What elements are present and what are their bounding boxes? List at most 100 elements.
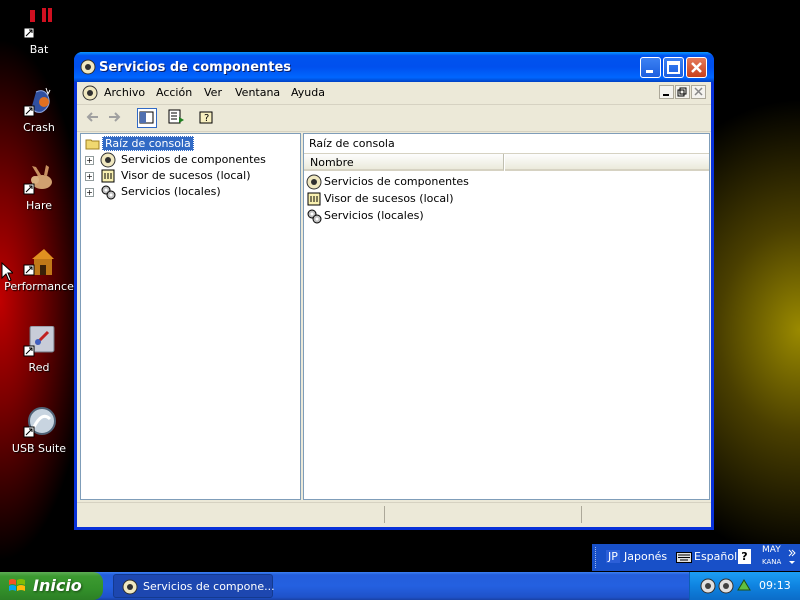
desktop-icon-label: Hare — [25, 199, 53, 212]
help-button[interactable]: ? — [198, 108, 218, 128]
red-icon — [22, 325, 56, 358]
desktop-icon-usb-suite[interactable]: USB Suite — [0, 407, 78, 455]
event-viewer-icon — [101, 169, 115, 183]
desktop-icon-label: Crash — [23, 121, 55, 134]
details-header-title: Raíz de consola — [309, 137, 395, 150]
maximize-button[interactable] — [663, 57, 684, 78]
forward-arrow-icon — [109, 112, 121, 122]
menu-bar: Archivo Acción Ver Ventana Ayuda — [77, 82, 711, 105]
clock[interactable]: 09:13 — [759, 579, 791, 592]
expand-icon[interactable]: + — [85, 188, 94, 197]
tree-item-label: Servicios (locales) — [121, 185, 221, 198]
status-separator — [384, 506, 385, 523]
windows-logo-icon — [9, 579, 25, 591]
console-tree-icon — [139, 111, 154, 124]
desktop-icon-red[interactable]: Red — [0, 325, 78, 374]
performance-icon — [22, 245, 56, 277]
taskbar-button-servicios[interactable]: Servicios de compone... — [113, 574, 275, 598]
expand-icon[interactable]: + — [85, 172, 94, 181]
status-bar — [77, 502, 711, 525]
tray-icon-1[interactable] — [700, 578, 716, 594]
kana-indicator: KANA — [762, 558, 782, 566]
keyboard-icon — [676, 552, 692, 563]
back-arrow-icon — [86, 112, 98, 122]
crash-icon — [22, 86, 56, 118]
tree-item-label: Servicios de componentes — [121, 153, 266, 166]
child-restore-button[interactable] — [675, 85, 690, 99]
child-minimize-button[interactable] — [659, 85, 674, 99]
maximize-icon — [667, 61, 680, 74]
menu-archivo[interactable]: Archivo — [104, 86, 145, 99]
component-services-icon[interactable] — [82, 85, 98, 101]
start-button[interactable]: Inicio — [0, 572, 103, 600]
desktop-icon-label: USB Suite — [11, 442, 67, 455]
language-bar-grip[interactable] — [595, 547, 599, 568]
list-item-label: Servicios de componentes — [324, 175, 469, 188]
column-header-nombre[interactable]: Nombre — [304, 154, 504, 171]
tree-item-component-services[interactable]: + Servicios de componentes — [81, 152, 296, 168]
gears-icon — [101, 185, 116, 200]
tray-icon-3[interactable] — [736, 578, 752, 594]
lang-code-badge[interactable]: JP — [606, 550, 620, 563]
event-viewer-icon — [307, 192, 321, 206]
menu-accion[interactable]: Acción — [156, 86, 192, 99]
taskbar-button-label: Servicios de compone... — [143, 580, 275, 593]
console-tree-pane: Raíz de consola + Servicios de component… — [80, 133, 301, 500]
minimize-button[interactable] — [640, 57, 661, 78]
tree-item-label: Visor de sucesos (local) — [121, 169, 251, 182]
folder-open-icon — [85, 139, 100, 150]
back-button[interactable] — [83, 108, 103, 128]
desktop-icon-label: Red — [28, 361, 50, 374]
bat-icon — [22, 8, 56, 40]
expand-icon[interactable]: + — [85, 156, 94, 165]
start-label: Inicio — [33, 576, 82, 595]
desktop-icon-hare[interactable]: Hare — [0, 164, 78, 212]
desktop-icon-crash[interactable]: Crash — [0, 86, 78, 134]
usb-suite-icon — [22, 407, 56, 439]
mmc-window: Servicios de componentes Archivo Acción … — [74, 52, 714, 530]
tray-icon-2[interactable] — [718, 578, 734, 594]
component-services-icon — [100, 152, 116, 168]
tree-root[interactable]: Raíz de consola — [81, 136, 296, 152]
menu-ventana[interactable]: Ventana — [235, 86, 280, 99]
menu-ayuda[interactable]: Ayuda — [291, 86, 325, 99]
list-item-label: Servicios (locales) — [324, 209, 424, 222]
export-list-icon — [168, 109, 184, 124]
keyboard-layout[interactable]: Español — [694, 550, 737, 563]
details-header: Raíz de consola — [304, 134, 709, 154]
show-hide-tree-button[interactable] — [137, 108, 157, 128]
toolbar: ? — [77, 105, 711, 132]
component-services-icon — [122, 579, 138, 595]
svg-text:?: ? — [204, 113, 209, 124]
menu-ver[interactable]: Ver — [204, 86, 222, 99]
language-bar: JP Japonés Español ? MAY KANA — [592, 544, 800, 571]
list-item-label: Visor de sucesos (local) — [324, 192, 454, 205]
input-language[interactable]: Japonés — [624, 550, 667, 563]
hare-icon — [22, 164, 56, 196]
tree-item-services[interactable]: + Servicios (locales) — [81, 184, 296, 200]
close-button[interactable] — [686, 57, 707, 78]
window-title: Servicios de componentes — [99, 60, 292, 75]
tree-root-label: Raíz de consola — [102, 136, 194, 151]
column-header-empty[interactable] — [505, 154, 709, 171]
tree-item-event-viewer[interactable]: + Visor de sucesos (local) — [81, 168, 296, 184]
details-pane: Raíz de consola Nombre Servicios de comp… — [303, 133, 710, 500]
component-services-icon — [306, 174, 322, 190]
chevron-icon[interactable] — [788, 547, 797, 567]
export-list-button[interactable] — [167, 108, 187, 128]
system-tray: 09:13 — [689, 572, 800, 600]
desktop-icon-label: Bat — [29, 43, 49, 56]
minimize-icon — [646, 70, 653, 73]
close-icon — [691, 62, 702, 73]
child-close-button[interactable] — [691, 85, 706, 99]
forward-button[interactable] — [106, 108, 126, 128]
gears-icon — [307, 209, 322, 224]
close-icon — [694, 87, 703, 96]
minimize-icon — [663, 94, 669, 96]
desktop-icon-bat[interactable]: Bat — [0, 8, 78, 56]
status-separator — [581, 506, 582, 523]
help-icon[interactable]: ? — [738, 549, 751, 564]
taskbar: Inicio Servicios de compone... 09:13 — [0, 572, 800, 600]
window-titlebar[interactable]: Servicios de componentes — [74, 52, 714, 82]
column-header-label: Nombre — [310, 156, 354, 169]
